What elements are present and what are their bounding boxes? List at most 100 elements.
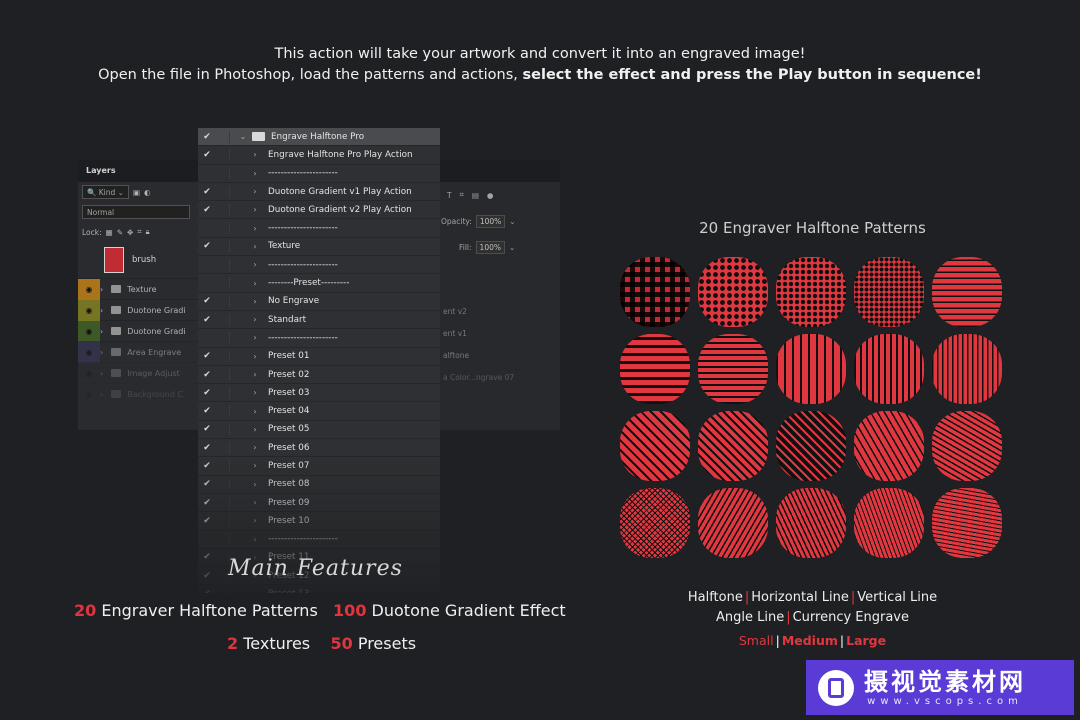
expand-chevron-icon[interactable]: › (100, 306, 103, 315)
dialog-toggle[interactable] (216, 222, 230, 235)
visibility-eye-icon[interactable]: ◉ (78, 320, 100, 342)
chevron-down-icon[interactable]: ⌄ (509, 243, 515, 252)
action-set-row[interactable]: ✔ ⌄ Engrave Halftone Pro (198, 128, 440, 147)
action-item[interactable]: ✔ › Preset 03 (198, 384, 440, 403)
check-icon[interactable]: ✔ (198, 406, 216, 416)
lock-artboard-icon[interactable]: ⌗ (137, 227, 141, 237)
action-item[interactable]: › ---------------------- (198, 219, 440, 238)
visibility-eye-icon[interactable]: ◉ (78, 278, 100, 300)
dialog-toggle[interactable] (216, 295, 230, 308)
action-item[interactable]: ✔ › Duotone Gradient v2 Play Action (198, 201, 440, 220)
smart-object-icon[interactable]: ▤ (472, 191, 479, 200)
action-item[interactable]: ✔ › Texture (198, 238, 440, 257)
check-icon[interactable]: ✔ (198, 205, 216, 215)
dialog-toggle[interactable] (216, 203, 230, 216)
chevron-right-icon[interactable]: › (248, 150, 262, 159)
chevron-right-icon[interactable]: › (248, 388, 262, 397)
chevron-right-icon[interactable]: › (248, 370, 262, 379)
check-icon[interactable]: ✔ (198, 516, 216, 526)
action-item[interactable]: ✔ › Preset 07 (198, 457, 440, 476)
dialog-toggle[interactable] (216, 368, 230, 381)
action-item[interactable]: ✔ › Preset 04 (198, 402, 440, 421)
check-icon[interactable]: ✔ (198, 388, 216, 398)
dialog-toggle[interactable] (216, 240, 230, 253)
expand-chevron-icon[interactable]: › (100, 348, 103, 357)
dialog-toggle[interactable] (216, 148, 230, 161)
chevron-down-icon[interactable]: ⌄ (509, 217, 515, 226)
expand-chevron-icon[interactable]: › (100, 327, 103, 336)
blend-mode-select[interactable]: Normal (82, 205, 190, 219)
dialog-toggle[interactable] (216, 405, 230, 418)
chevron-down-icon[interactable]: ⌄ (236, 132, 250, 141)
lock-pixels-icon[interactable]: ▦ (106, 228, 113, 237)
chevron-right-icon[interactable]: › (248, 205, 262, 214)
action-item[interactable]: ✔ › No Engrave (198, 293, 440, 311)
dialog-toggle[interactable] (216, 459, 230, 472)
chevron-right-icon[interactable]: › (248, 498, 262, 507)
kind-filter[interactable]: 🔍 Kind ⌄ (82, 185, 129, 199)
check-icon[interactable]: ✔ (198, 315, 216, 325)
chevron-right-icon[interactable]: › (248, 333, 262, 342)
dialog-toggle[interactable] (216, 533, 230, 546)
expand-chevron-icon[interactable]: › (100, 390, 103, 399)
lock-move-icon[interactable]: ✥ (127, 228, 133, 237)
chevron-right-icon[interactable]: › (248, 187, 262, 196)
dialog-toggle[interactable] (216, 277, 230, 290)
chevron-right-icon[interactable]: › (248, 169, 262, 178)
lock-brush-icon[interactable]: ✎ (117, 228, 123, 237)
action-item[interactable]: ✔ › Preset 06 (198, 439, 440, 458)
check-icon[interactable]: ✔ (198, 150, 216, 160)
text-tool-icon[interactable]: T (447, 191, 452, 200)
action-item[interactable]: ✔ › Standart (198, 311, 440, 330)
dialog-toggle[interactable] (216, 386, 230, 399)
image-filter-icon[interactable]: ▣ (133, 188, 140, 197)
expand-chevron-icon[interactable]: › (100, 369, 103, 378)
action-item[interactable]: › ---------------------- (198, 329, 440, 348)
chevron-right-icon[interactable]: › (248, 535, 262, 544)
dialog-toggle[interactable] (216, 258, 230, 271)
chevron-right-icon[interactable]: › (248, 260, 262, 269)
chevron-right-icon[interactable]: › (248, 315, 262, 324)
check-icon[interactable]: ✔ (198, 187, 216, 197)
check-icon[interactable]: ✔ (198, 241, 216, 251)
opacity-input[interactable]: 100% (475, 214, 506, 228)
check-icon[interactable]: ✔ (198, 351, 216, 361)
adjustment-filter-icon[interactable]: ◐ (144, 188, 151, 197)
check-icon[interactable]: ✔ (198, 132, 216, 142)
check-icon[interactable]: ✔ (198, 552, 216, 562)
chevron-right-icon[interactable]: › (248, 242, 262, 251)
dialog-toggle[interactable] (216, 423, 230, 436)
chevron-right-icon[interactable]: › (248, 461, 262, 470)
lock-all-icon[interactable]: 🔒︎ (146, 227, 150, 237)
check-icon[interactable]: ✔ (198, 424, 216, 434)
action-item[interactable]: ✔ › Preset 05 (198, 421, 440, 440)
action-item[interactable]: ✔ › Preset 02 (198, 366, 440, 385)
check-icon[interactable]: ✔ (198, 443, 216, 453)
check-icon[interactable]: ✔ (198, 461, 216, 471)
dialog-toggle[interactable] (216, 350, 230, 363)
check-icon[interactable]: ✔ (198, 479, 216, 489)
pin-icon[interactable]: ● (487, 191, 494, 200)
dialog-toggle[interactable] (216, 185, 230, 198)
visibility-eye-icon[interactable]: ◉ (78, 341, 100, 363)
action-item[interactable]: ✔ › Preset 08 (198, 476, 440, 494)
dialog-toggle[interactable] (216, 478, 230, 491)
check-icon[interactable]: ✔ (198, 370, 216, 380)
dialog-toggle[interactable] (216, 441, 230, 454)
dialog-toggle[interactable] (216, 331, 230, 344)
check-icon[interactable]: ✔ (198, 571, 216, 581)
chevron-right-icon[interactable]: › (248, 480, 262, 489)
action-item[interactable]: › ---------------------- (198, 531, 440, 549)
transform-icon[interactable]: ⌗ (460, 190, 464, 200)
action-item[interactable]: ✔ › Duotone Gradient v1 Play Action (198, 183, 440, 202)
expand-chevron-icon[interactable]: › (100, 285, 103, 294)
chevron-right-icon[interactable]: › (248, 279, 262, 288)
visibility-eye-icon[interactable]: ◉ (78, 299, 100, 321)
chevron-right-icon[interactable]: › (248, 425, 262, 434)
chevron-right-icon[interactable]: › (248, 297, 262, 306)
dialog-toggle[interactable] (216, 496, 230, 509)
action-item[interactable]: › ---------------------- (198, 165, 440, 183)
chevron-right-icon[interactable]: › (248, 352, 262, 361)
dialog-toggle[interactable] (216, 167, 230, 180)
visibility-eye-icon[interactable]: ◉ (78, 363, 100, 384)
